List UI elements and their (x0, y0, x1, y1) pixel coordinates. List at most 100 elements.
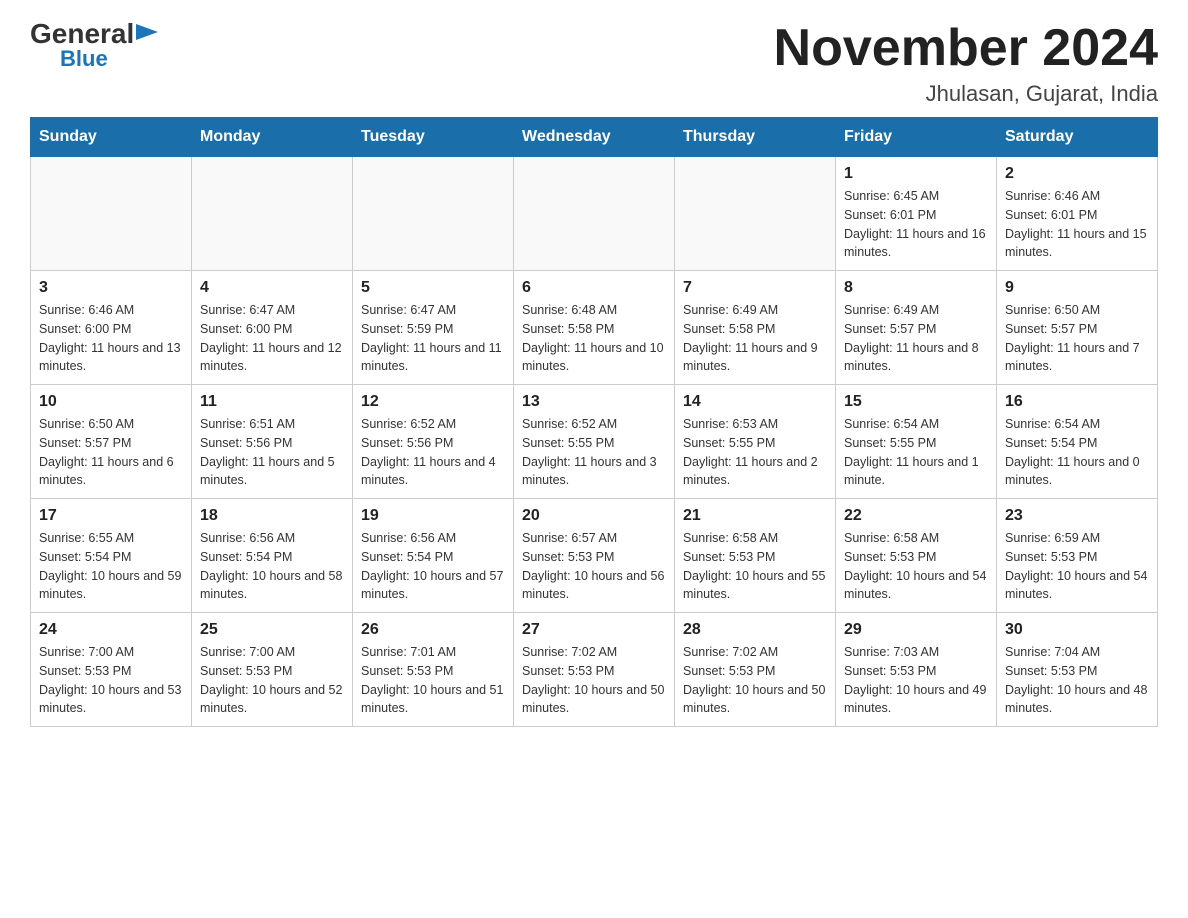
day-number: 27 (522, 621, 666, 639)
calendar-header-row: SundayMondayTuesdayWednesdayThursdayFrid… (31, 118, 1158, 157)
day-info: Sunrise: 6:49 AM Sunset: 5:57 PM Dayligh… (844, 301, 988, 376)
day-number: 6 (522, 279, 666, 297)
day-info: Sunrise: 6:52 AM Sunset: 5:56 PM Dayligh… (361, 415, 505, 490)
week-row-5: 24 Sunrise: 7:00 AM Sunset: 5:53 PM Dayli… (31, 613, 1158, 727)
column-header-tuesday: Tuesday (353, 118, 514, 157)
day-number: 2 (1005, 165, 1149, 183)
day-number: 13 (522, 393, 666, 411)
calendar-cell: 24 Sunrise: 7:00 AM Sunset: 5:53 PM Dayli… (31, 613, 192, 727)
day-info: Sunrise: 6:46 AM Sunset: 6:01 PM Dayligh… (1005, 187, 1149, 262)
day-number: 15 (844, 393, 988, 411)
day-number: 1 (844, 165, 988, 183)
day-number: 11 (200, 393, 344, 411)
day-info: Sunrise: 6:47 AM Sunset: 5:59 PM Dayligh… (361, 301, 505, 376)
logo-blue-text: Blue (60, 48, 108, 70)
calendar-cell: 27 Sunrise: 7:02 AM Sunset: 5:53 PM Dayli… (514, 613, 675, 727)
day-number: 16 (1005, 393, 1149, 411)
calendar-cell: 9 Sunrise: 6:50 AM Sunset: 5:57 PM Daylig… (997, 271, 1158, 385)
calendar-cell: 11 Sunrise: 6:51 AM Sunset: 5:56 PM Dayli… (192, 385, 353, 499)
day-number: 14 (683, 393, 827, 411)
day-info: Sunrise: 6:48 AM Sunset: 5:58 PM Dayligh… (522, 301, 666, 376)
calendar-cell: 17 Sunrise: 6:55 AM Sunset: 5:54 PM Dayli… (31, 499, 192, 613)
calendar-cell: 12Sunrise: 6:52 AM Sunset: 5:56 PM Dayli… (353, 385, 514, 499)
day-number: 8 (844, 279, 988, 297)
day-info: Sunrise: 6:51 AM Sunset: 5:56 PM Dayligh… (200, 415, 344, 490)
day-number: 28 (683, 621, 827, 639)
calendar-cell (192, 157, 353, 271)
calendar-cell: 6 Sunrise: 6:48 AM Sunset: 5:58 PM Daylig… (514, 271, 675, 385)
day-number: 25 (200, 621, 344, 639)
day-number: 10 (39, 393, 183, 411)
day-info: Sunrise: 6:45 AM Sunset: 6:01 PM Dayligh… (844, 187, 988, 262)
day-number: 24 (39, 621, 183, 639)
column-header-thursday: Thursday (675, 118, 836, 157)
day-info: Sunrise: 7:02 AM Sunset: 5:53 PM Dayligh… (683, 643, 827, 718)
logo-general-text: General (30, 20, 134, 48)
calendar-cell: 22Sunrise: 6:58 AM Sunset: 5:53 PM Dayli… (836, 499, 997, 613)
day-number: 26 (361, 621, 505, 639)
day-number: 29 (844, 621, 988, 639)
day-info: Sunrise: 6:47 AM Sunset: 6:00 PM Dayligh… (200, 301, 344, 376)
day-info: Sunrise: 7:02 AM Sunset: 5:53 PM Dayligh… (522, 643, 666, 718)
calendar-cell: 18Sunrise: 6:56 AM Sunset: 5:54 PM Dayli… (192, 499, 353, 613)
day-info: Sunrise: 6:55 AM Sunset: 5:54 PM Dayligh… (39, 529, 183, 604)
day-number: 20 (522, 507, 666, 525)
week-row-2: 3 Sunrise: 6:46 AM Sunset: 6:00 PM Daylig… (31, 271, 1158, 385)
column-header-wednesday: Wednesday (514, 118, 675, 157)
day-info: Sunrise: 7:04 AM Sunset: 5:53 PM Dayligh… (1005, 643, 1149, 718)
week-row-3: 10Sunrise: 6:50 AM Sunset: 5:57 PM Dayli… (31, 385, 1158, 499)
calendar-cell: 29 Sunrise: 7:03 AM Sunset: 5:53 PM Dayli… (836, 613, 997, 727)
day-number: 9 (1005, 279, 1149, 297)
calendar-cell: 14Sunrise: 6:53 AM Sunset: 5:55 PM Dayli… (675, 385, 836, 499)
day-info: Sunrise: 7:01 AM Sunset: 5:53 PM Dayligh… (361, 643, 505, 718)
day-number: 3 (39, 279, 183, 297)
month-title: November 2024 (774, 20, 1158, 77)
calendar-cell: 1 Sunrise: 6:45 AM Sunset: 6:01 PM Daylig… (836, 157, 997, 271)
day-number: 18 (200, 507, 344, 525)
calendar-cell (31, 157, 192, 271)
calendar-cell: 21Sunrise: 6:58 AM Sunset: 5:53 PM Dayli… (675, 499, 836, 613)
day-number: 7 (683, 279, 827, 297)
calendar-cell: 7 Sunrise: 6:49 AM Sunset: 5:58 PM Daylig… (675, 271, 836, 385)
day-info: Sunrise: 6:56 AM Sunset: 5:54 PM Dayligh… (361, 529, 505, 604)
day-info: Sunrise: 7:03 AM Sunset: 5:53 PM Dayligh… (844, 643, 988, 718)
calendar-cell (514, 157, 675, 271)
calendar-cell: 10Sunrise: 6:50 AM Sunset: 5:57 PM Dayli… (31, 385, 192, 499)
day-number: 30 (1005, 621, 1149, 639)
calendar-cell (675, 157, 836, 271)
calendar-cell: 15 Sunrise: 6:54 AM Sunset: 5:55 PM Dayli… (836, 385, 997, 499)
calendar-cell: 8 Sunrise: 6:49 AM Sunset: 5:57 PM Daylig… (836, 271, 997, 385)
calendar-cell: 30 Sunrise: 7:04 AM Sunset: 5:53 PM Dayli… (997, 613, 1158, 727)
day-number: 17 (39, 507, 183, 525)
day-info: Sunrise: 6:50 AM Sunset: 5:57 PM Dayligh… (1005, 301, 1149, 376)
day-info: Sunrise: 6:59 AM Sunset: 5:53 PM Dayligh… (1005, 529, 1149, 604)
day-info: Sunrise: 6:58 AM Sunset: 5:53 PM Dayligh… (844, 529, 988, 604)
column-header-friday: Friday (836, 118, 997, 157)
column-header-saturday: Saturday (997, 118, 1158, 157)
day-info: Sunrise: 6:54 AM Sunset: 5:54 PM Dayligh… (1005, 415, 1149, 490)
calendar-cell: 4 Sunrise: 6:47 AM Sunset: 6:00 PM Daylig… (192, 271, 353, 385)
column-header-sunday: Sunday (31, 118, 192, 157)
calendar-cell: 20 Sunrise: 6:57 AM Sunset: 5:53 PM Dayli… (514, 499, 675, 613)
day-info: Sunrise: 6:49 AM Sunset: 5:58 PM Dayligh… (683, 301, 827, 376)
day-info: Sunrise: 6:46 AM Sunset: 6:00 PM Dayligh… (39, 301, 183, 376)
calendar-cell: 13Sunrise: 6:52 AM Sunset: 5:55 PM Dayli… (514, 385, 675, 499)
calendar-cell: 19 Sunrise: 6:56 AM Sunset: 5:54 PM Dayli… (353, 499, 514, 613)
calendar-cell: 26 Sunrise: 7:01 AM Sunset: 5:53 PM Dayli… (353, 613, 514, 727)
week-row-4: 17 Sunrise: 6:55 AM Sunset: 5:54 PM Dayli… (31, 499, 1158, 613)
day-number: 4 (200, 279, 344, 297)
location-title: Jhulasan, Gujarat, India (774, 81, 1158, 107)
column-header-monday: Monday (192, 118, 353, 157)
calendar-cell: 5Sunrise: 6:47 AM Sunset: 5:59 PM Daylig… (353, 271, 514, 385)
day-number: 21 (683, 507, 827, 525)
logo-triangle-icon (136, 24, 158, 46)
day-info: Sunrise: 6:57 AM Sunset: 5:53 PM Dayligh… (522, 529, 666, 604)
day-info: Sunrise: 7:00 AM Sunset: 5:53 PM Dayligh… (200, 643, 344, 718)
day-number: 23 (1005, 507, 1149, 525)
logo: General Blue (30, 20, 158, 70)
day-info: Sunrise: 7:00 AM Sunset: 5:53 PM Dayligh… (39, 643, 183, 718)
day-number: 19 (361, 507, 505, 525)
day-info: Sunrise: 6:54 AM Sunset: 5:55 PM Dayligh… (844, 415, 988, 490)
calendar-cell (353, 157, 514, 271)
calendar-cell: 2 Sunrise: 6:46 AM Sunset: 6:01 PM Daylig… (997, 157, 1158, 271)
